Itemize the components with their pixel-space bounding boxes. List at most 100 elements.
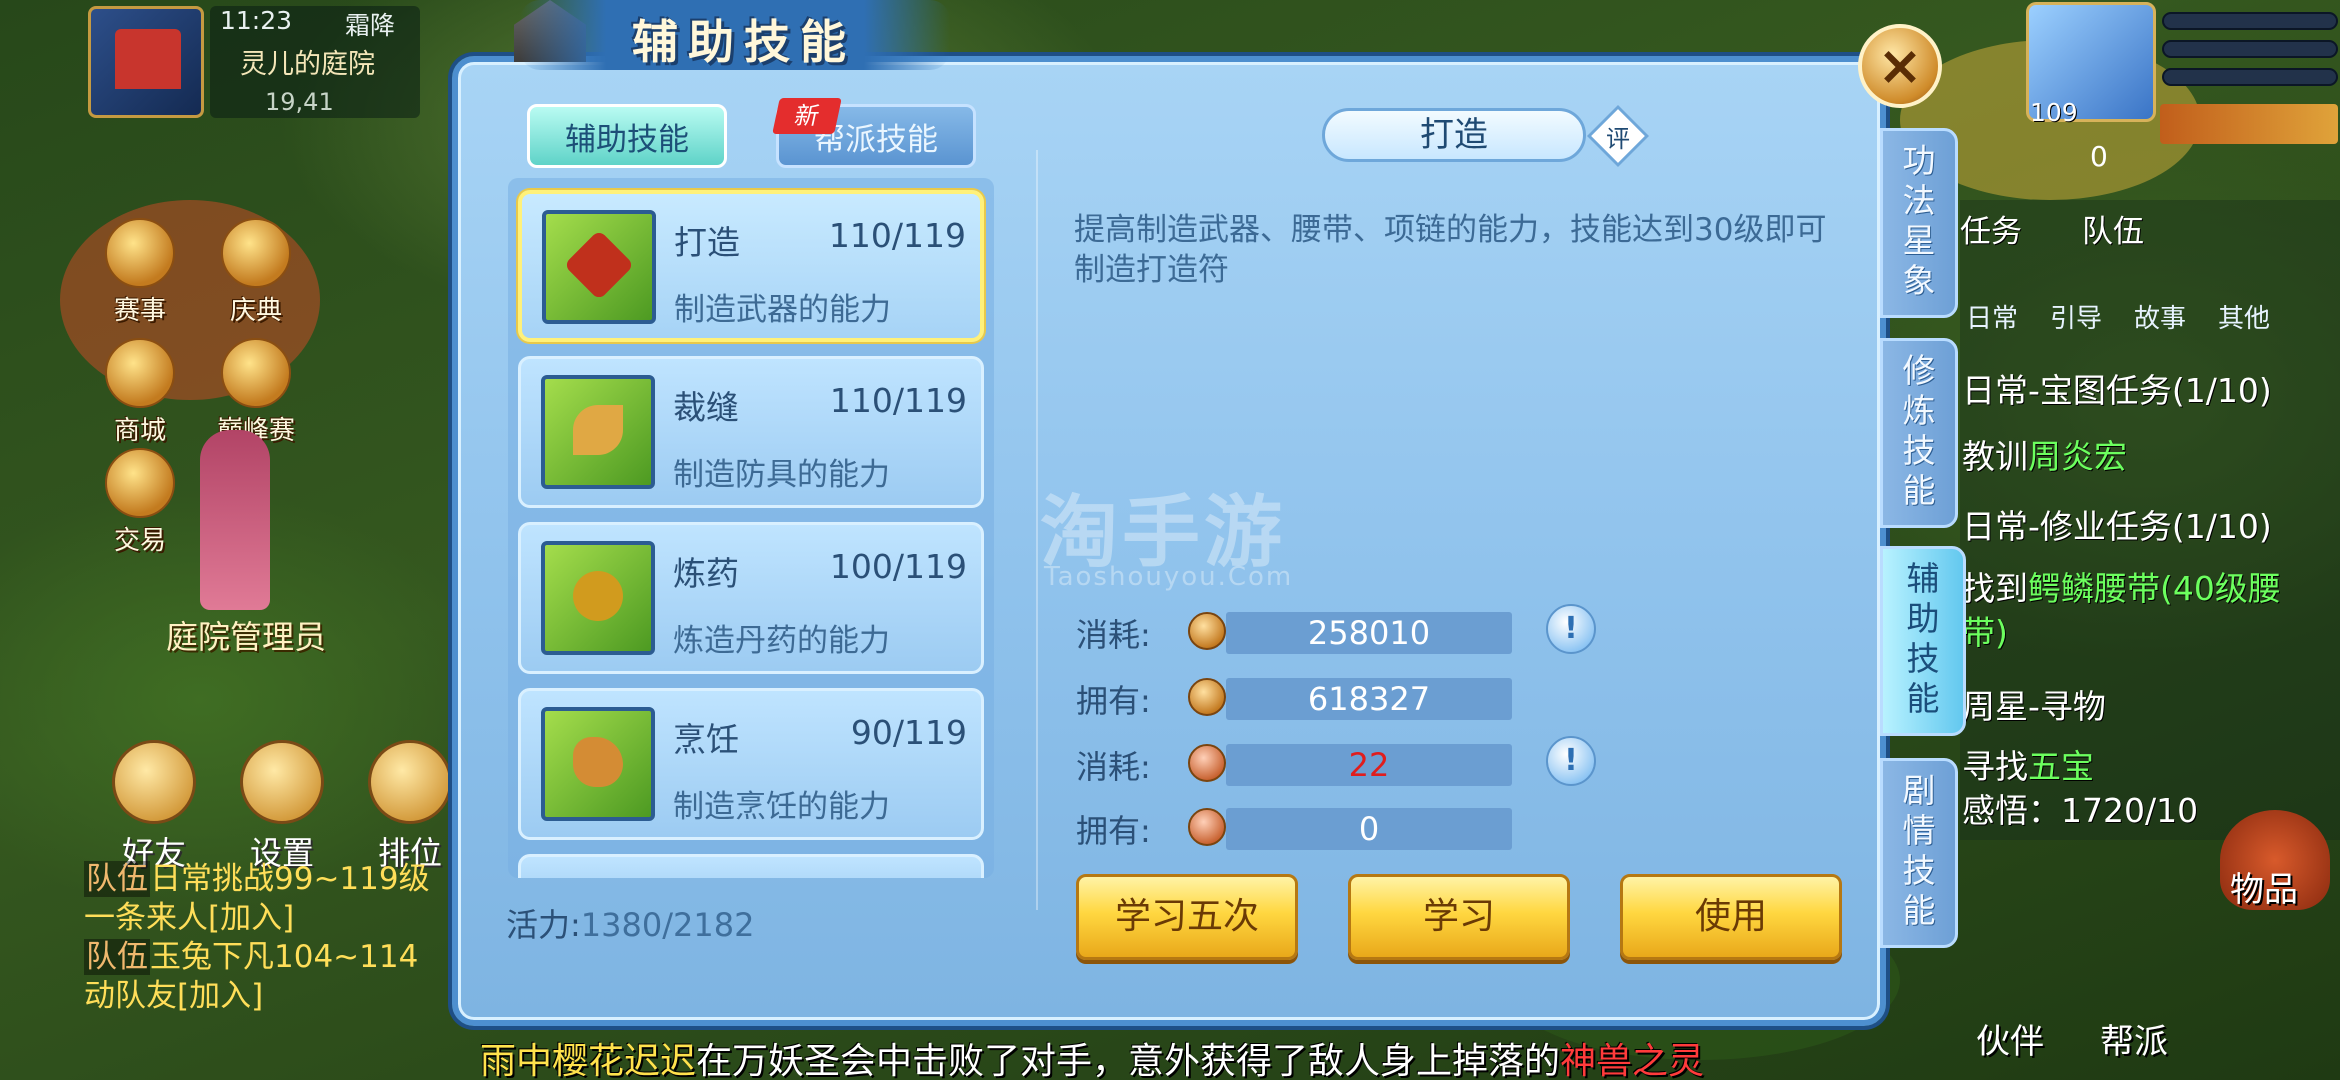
dialog-title: 辅助技能	[632, 15, 856, 69]
skill-item-cooking[interactable]: 烹饪 90/119 制造烹饪的能力	[518, 688, 984, 840]
courtyard-avatar[interactable]	[88, 6, 204, 118]
ranking-icon	[368, 740, 452, 824]
celebration-button[interactable]: 庆典	[208, 218, 304, 327]
contribution-coin-icon	[1188, 744, 1226, 782]
mp-bar	[2162, 40, 2338, 58]
panel-divider	[1036, 150, 1038, 910]
gear-icon	[240, 740, 324, 824]
skill-name: 烹饪	[673, 720, 739, 759]
leaf-icon	[541, 375, 655, 489]
selected-skill-description: 提高制造武器、腰带、项链的能力，技能达到30级即可制造打造符	[1074, 212, 1827, 288]
abacus-icon	[105, 448, 175, 518]
skill-level: 110/119	[829, 381, 967, 420]
cost-value: 258010	[1226, 612, 1512, 654]
task-line[interactable]: 周星-寻物	[1962, 680, 2106, 728]
task-line[interactable]: 日常-宝图任务(1/10)	[1962, 364, 2272, 412]
skill-item-tailoring[interactable]: 裁缝 110/119 制造防具的能力	[518, 356, 984, 508]
chat-message: 队伍日常挑战99~119级	[84, 861, 430, 897]
task-line[interactable]: 找到鳄鳞腰带(40级腰	[1962, 562, 2281, 610]
npc-name-label: 庭院管理员	[166, 618, 327, 656]
side-tab-star-arts[interactable]: 功 法 星 象	[1880, 128, 1958, 318]
silver-coin-icon	[1188, 612, 1226, 650]
settings-button[interactable]: 设置	[232, 740, 332, 874]
close-button[interactable]: ×	[1858, 24, 1942, 108]
use-button[interactable]: 使用	[1620, 874, 1842, 960]
skill-desc: 制造烹饪的能力	[673, 789, 890, 825]
task-category[interactable]: 其他	[2218, 298, 2270, 335]
cost-value: 22	[1226, 744, 1512, 786]
task-line[interactable]: 日常-修业任务(1/10)	[1962, 500, 2272, 548]
ranking-button[interactable]: 排位	[360, 740, 460, 874]
task-tab[interactable]: 任务	[1960, 206, 2022, 251]
bag-label[interactable]: 物品	[2230, 862, 2298, 911]
hourglass-count: 0	[2090, 140, 2108, 173]
skill-item-next[interactable]	[518, 854, 984, 878]
event-button[interactable]: 赛事	[92, 218, 188, 327]
anger-bar	[2162, 68, 2338, 86]
trophy-icon	[105, 218, 175, 288]
task-line[interactable]: 寻找五宝	[1962, 740, 2094, 788]
selected-skill-title: 打造	[1322, 108, 1586, 162]
side-tab-cultivation[interactable]: 修 炼 技 能	[1880, 338, 1958, 528]
skill-desc: 制造武器的能力	[674, 292, 891, 328]
lantern-icon	[221, 218, 291, 288]
task-category[interactable]: 故事	[2134, 298, 2186, 335]
skill-level: 90/119	[850, 713, 967, 752]
side-tab-story-skills[interactable]: 剧 情 技 能	[1880, 758, 1958, 948]
vitality: 活力:1380/2182	[506, 906, 755, 944]
chat-log[interactable]: 队伍日常挑战99~119级 一条来人[加入] 队伍玉兔下凡104~114 动队友…	[84, 860, 454, 1016]
hp-bar	[2162, 12, 2338, 30]
task-line[interactable]: 感悟：1720/10	[1962, 784, 2198, 832]
watermark-sub: Taoshouyou.Com	[1044, 562, 1294, 592]
player-level: 109	[2030, 98, 2078, 127]
crown-icon	[221, 338, 291, 408]
close-icon: ×	[1877, 34, 1923, 97]
system-broadcast: 雨中樱花迟迟在万妖圣会中击败了对手，意外获得了敌人身上掉落的神兽之灵	[480, 1041, 1705, 1080]
location-name: 灵儿的庭院	[240, 49, 375, 80]
guild-button[interactable]: 帮派	[2100, 1014, 2168, 1063]
team-tab[interactable]: 队伍	[2082, 206, 2144, 251]
learn-button[interactable]: 学习	[1348, 874, 1570, 960]
npc-character[interactable]	[200, 430, 270, 610]
skill-item-forging[interactable]: 打造 110/119 制造武器的能力	[518, 190, 984, 342]
skill-level: 100/119	[829, 547, 967, 586]
task-category[interactable]: 引导	[2050, 298, 2102, 335]
tab-assist-skills[interactable]: 辅助技能	[527, 104, 727, 168]
coordinates: 19,41	[265, 88, 334, 116]
chat-message-sub[interactable]: 动队友[加入]	[84, 977, 454, 1016]
side-tab-assist-skills[interactable]: 辅 助 技 能	[1880, 546, 1966, 736]
task-line[interactable]: 带)	[1962, 606, 2008, 654]
chat-message: 队伍玉兔下凡104~114	[84, 939, 419, 975]
info-button[interactable]: !	[1546, 604, 1596, 654]
trade-button[interactable]: 交易	[92, 448, 188, 557]
own-value: 618327	[1226, 678, 1512, 720]
buff-icons[interactable]	[2160, 104, 2338, 144]
shop-icon	[105, 338, 175, 408]
skill-name: 炼药	[673, 554, 739, 593]
friends-button[interactable]: 好友	[104, 740, 204, 874]
skill-item-alchemy[interactable]: 炼药 100/119 炼造丹药的能力	[518, 522, 984, 674]
skill-desc: 制造防具的能力	[673, 457, 890, 493]
tab-label: 辅助技能	[565, 121, 689, 158]
shop-button[interactable]: 商城	[92, 338, 188, 447]
task-line[interactable]: 教训周炎宏	[1962, 430, 2127, 478]
task-categories[interactable]: 日常 引导 故事 其他	[1966, 298, 2302, 335]
hammer-icon	[542, 210, 656, 324]
skill-name: 裁缝	[673, 388, 739, 427]
clock: 11:23	[220, 6, 293, 35]
partner-button[interactable]: 伙伴	[1976, 1014, 2044, 1063]
skill-name: 打造	[674, 223, 740, 262]
weather-label: 霜降	[345, 11, 396, 40]
drumstick-icon	[541, 707, 655, 821]
contribution-coin-icon	[1188, 808, 1226, 846]
pot-icon	[541, 541, 655, 655]
info-button[interactable]: !	[1546, 736, 1596, 786]
silver-coin-icon	[1188, 678, 1226, 716]
learn-five-button[interactable]: 学习五次	[1076, 874, 1298, 960]
friends-icon	[112, 740, 196, 824]
chat-message-sub[interactable]: 一条来人[加入]	[84, 899, 454, 938]
task-category[interactable]: 日常	[1966, 298, 2018, 335]
own-value: 0	[1226, 808, 1512, 850]
skill-list[interactable]: 打造 110/119 制造武器的能力 裁缝 110/119 制造防具的能力 炼药…	[508, 178, 994, 878]
task-top-tabs[interactable]: 任务 队伍	[1960, 206, 2204, 251]
